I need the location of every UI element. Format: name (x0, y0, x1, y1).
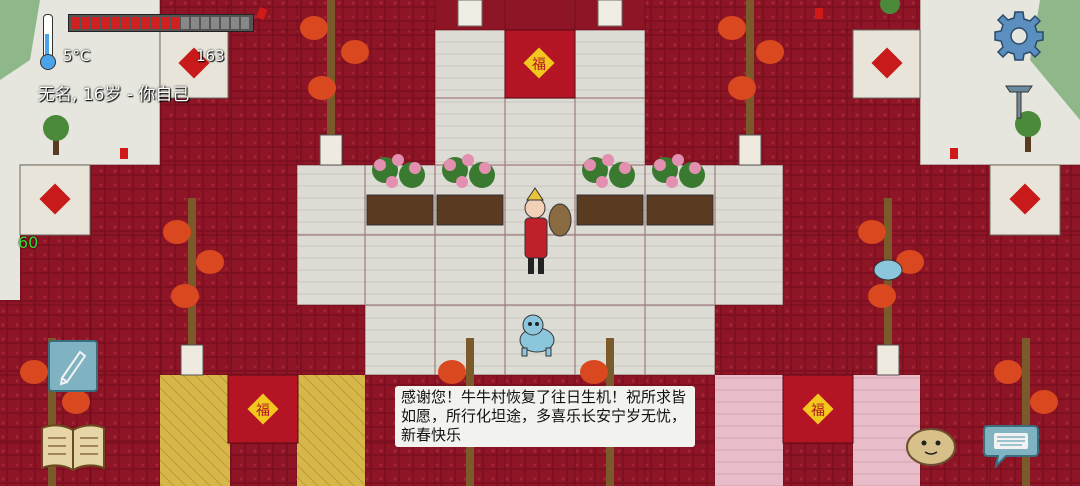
food-meter (68, 14, 254, 32)
pen-icon[interactable] (48, 340, 98, 392)
fu-block[interactable]: 福 (227, 374, 299, 444)
food-value: 163 (196, 47, 225, 65)
pickaxe-icon[interactable] (1002, 80, 1036, 120)
speech-bubble: 感谢您！牛牛村恢复了往日生机！祝所求皆如愿，所行化坦途，多喜乐长安宁岁无忧，新春… (395, 386, 695, 447)
emote-potato-icon[interactable] (905, 425, 957, 467)
svg-text:福: 福 (811, 403, 825, 419)
player-info: 无名, 16岁 - 你自己 (38, 85, 190, 105)
svg-text:福: 福 (256, 403, 270, 419)
fu-block[interactable]: 福 (504, 29, 576, 99)
straw-floor (297, 375, 365, 486)
red-envelope[interactable] (815, 8, 823, 19)
stone-fu-pillar[interactable] (852, 29, 921, 99)
straw-floor (160, 375, 230, 486)
thermometer-icon (40, 14, 56, 70)
stone-pillar[interactable] (457, 0, 483, 27)
keyboard-icon[interactable] (982, 420, 1040, 470)
temperature-label: 5°C (63, 47, 91, 65)
blue-pet-creature[interactable] (873, 259, 903, 281)
red-envelope[interactable] (120, 148, 128, 159)
stone-pillar[interactable] (597, 0, 623, 27)
svg-text:福: 福 (532, 57, 546, 73)
red-envelope[interactable] (950, 148, 958, 159)
recipe-book-icon[interactable] (38, 422, 108, 472)
stone-fu-pillar[interactable] (989, 164, 1061, 236)
settings-gear-icon[interactable] (993, 10, 1045, 62)
pink-floor (715, 375, 783, 486)
fu-block[interactable]: 福 (782, 374, 854, 444)
yum-counter: 60 (18, 233, 39, 252)
game-scene[interactable]: 福 福 福 5°C 163 无名, 16岁 - 你自己 60 感谢您！牛牛村恢复… (0, 0, 1080, 486)
stone-fu-pillar[interactable] (19, 164, 91, 236)
